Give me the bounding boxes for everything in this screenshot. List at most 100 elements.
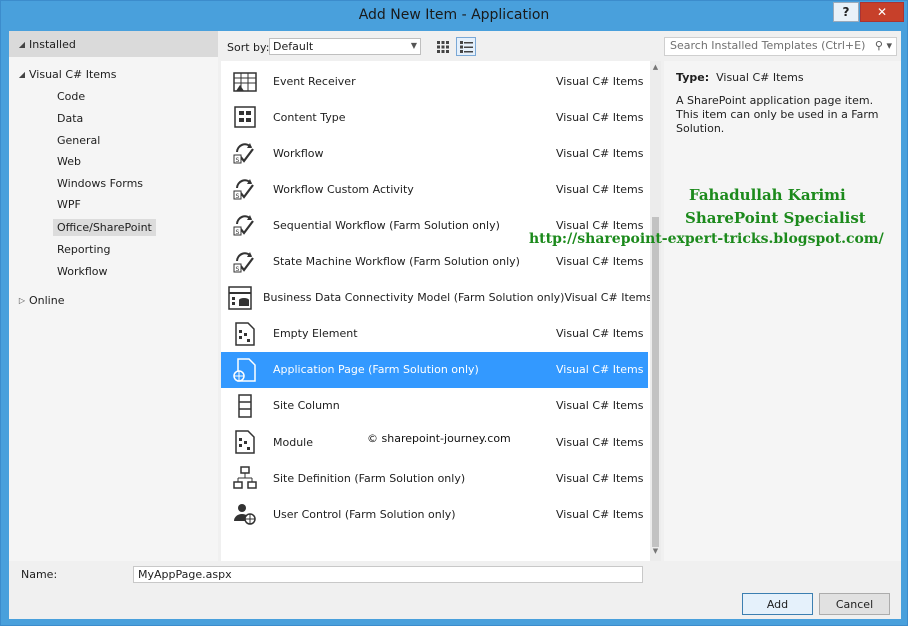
template-item[interactable]: S Workflow Custom Activity Visual C# Items [221, 171, 648, 207]
details-panel: Type: Visual C# Items A SharePoint appli… [664, 61, 901, 561]
sort-toolbar: Sort by: Default ▼ [219, 31, 659, 61]
template-item-name: Sequential Workflow (Farm Solution only) [273, 218, 500, 232]
tree-item-label: Code [57, 89, 86, 103]
sort-label: Sort by: [227, 41, 270, 54]
tree-item-web[interactable]: Web [57, 151, 81, 171]
template-item[interactable]: Business Data Connectivity Model (Farm S… [221, 280, 652, 316]
type-value: Visual C# Items [716, 71, 804, 84]
template-item-category: Visual C# Items [556, 399, 644, 413]
sort-dropdown[interactable]: Default ▼ [269, 38, 421, 55]
search-input[interactable]: Search Installed Templates (Ctrl+E) ⚲ ▾ [664, 37, 897, 56]
template-item-category: Visual C# Items [556, 110, 644, 124]
tree-item-windows-forms[interactable]: Windows Forms [57, 173, 143, 193]
collapsed-triangle-icon: ▷ [18, 295, 26, 305]
event-receiver-icon [227, 66, 263, 96]
template-item[interactable]: Site Definition (Farm Solution only) Visu… [221, 460, 648, 496]
close-button[interactable]: ✕ [860, 2, 904, 22]
sequential-workflow-icon: S [227, 210, 263, 240]
name-label: Name: [21, 568, 58, 581]
template-item-category: Visual C# Items [556, 327, 644, 341]
expanded-triangle-icon: ◢ [18, 39, 26, 49]
state-machine-workflow-icon: S [227, 247, 263, 277]
svg-text:S: S [236, 157, 240, 164]
template-item-category: Visual C# Items [556, 435, 644, 449]
tree-item-label: General [57, 133, 101, 147]
svg-text:S: S [236, 193, 240, 200]
tree-item-workflow[interactable]: Workflow [57, 261, 108, 281]
details-type: Type: Visual C# Items [676, 71, 889, 84]
name-input[interactable]: MyAppPage.aspx [133, 566, 643, 583]
overlay-role: SharePoint Specialist [685, 209, 866, 227]
overlay-url: http://sharepoint-expert-tricks.blogspot… [529, 231, 884, 247]
search-placeholder: Search Installed Templates (Ctrl+E) [670, 39, 866, 52]
workflow-icon: S [227, 138, 263, 168]
tree-item-data[interactable]: Data [57, 108, 83, 128]
template-item[interactable]: Content Type Visual C# Items [221, 99, 648, 135]
tree-item-label: Online [29, 293, 65, 307]
template-item-name: User Control (Farm Solution only) [273, 507, 456, 521]
site-definition-icon [227, 463, 263, 493]
tree-item-online[interactable]: ▷ Online [15, 290, 65, 310]
template-item-category: Visual C# Items [556, 471, 644, 485]
template-item-name: Workflow Custom Activity [273, 182, 414, 196]
template-item-name: Content Type [273, 110, 346, 124]
template-item-name: Workflow [273, 146, 324, 160]
title-bar[interactable]: Add New Item - Application ? ✕ [1, 1, 907, 31]
template-item-category: Visual C# Items [556, 255, 644, 268]
help-button[interactable]: ? [833, 2, 859, 22]
type-label: Type: [676, 71, 710, 84]
scroll-up-arrow-icon[interactable]: ▲ [650, 63, 661, 75]
svg-text:S: S [236, 266, 240, 273]
tree-item-reporting[interactable]: Reporting [57, 239, 110, 259]
add-button[interactable]: Add [742, 593, 813, 615]
tree-item-label: Windows Forms [57, 176, 144, 190]
list-scrollbar[interactable]: ▲ ▼ [650, 61, 661, 561]
sort-value: Default [273, 40, 314, 53]
template-item[interactable]: S Workflow Visual C# Items [221, 135, 648, 171]
dropdown-arrow-icon: ▼ [410, 41, 417, 50]
template-item-name: State Machine Workflow (Farm Solution on… [273, 255, 520, 268]
template-list: Event Receiver Visual C# Items Content Typ… [221, 61, 652, 561]
content-type-icon [227, 102, 263, 132]
template-item[interactable]: Event Receiver Visual C# Items [221, 63, 648, 99]
cancel-button[interactable]: Cancel [819, 593, 890, 615]
template-item-name: Site Definition (Farm Solution only) [273, 471, 466, 485]
template-item[interactable]: User Control (Farm Solution only) Visual … [221, 496, 648, 532]
svg-text:S: S [236, 229, 240, 236]
scrollbar-thumb[interactable] [652, 217, 659, 547]
template-item-name: Application Page (Farm Solution only) [273, 363, 479, 377]
tree-item-label: Web [57, 154, 81, 168]
add-new-item-dialog: Add New Item - Application ? ✕ ◢ Install… [0, 0, 908, 626]
empty-element-icon [227, 319, 263, 349]
small-icons-view-button[interactable] [433, 37, 453, 56]
tree-item-label: Installed [29, 37, 76, 51]
tree-item-office-sharepoint[interactable]: Office/SharePoint [53, 217, 156, 237]
template-item-name: Event Receiver [273, 74, 356, 88]
dialog-title: Add New Item - Application [358, 7, 550, 23]
template-item[interactable]: Application Page (Farm Solution only) Vis… [221, 351, 648, 388]
template-item-category: Visual C# Items [556, 74, 644, 88]
tree-item-label: WPF [57, 197, 81, 211]
tree-item-general[interactable]: General [57, 130, 100, 150]
tree-item-wpf[interactable]: WPF [57, 194, 81, 214]
application-page-icon [227, 355, 263, 385]
overlay-author: Fahadullah Karimi [689, 186, 846, 204]
template-item[interactable]: Site Column Visual C# Items [221, 388, 648, 424]
template-item[interactable]: Empty Element Visual C# Items [221, 316, 648, 352]
watermark-text: © sharepoint-journey.com [367, 432, 511, 445]
tree-item-label: Reporting [57, 242, 111, 256]
template-item-name: Business Data Connectivity Model (Farm S… [263, 291, 565, 305]
tree-item-visual-csharp[interactable]: ◢ Visual C# Items [15, 64, 117, 84]
details-view-button[interactable] [456, 37, 476, 56]
bdc-model-icon [227, 283, 253, 313]
details-description: A SharePoint application page item. This… [676, 94, 879, 135]
template-item[interactable]: S State Machine Workflow (Farm Solution o… [221, 244, 648, 280]
workflow-activity-icon: S [227, 174, 263, 204]
scroll-down-arrow-icon[interactable]: ▼ [650, 547, 661, 559]
template-item-category: Visual C# Items [564, 291, 652, 305]
tree-item-code[interactable]: Code [57, 86, 85, 106]
search-icon[interactable]: ⚲ ▾ [875, 39, 892, 52]
tree-item-label: Workflow [57, 264, 108, 278]
tree-item-installed[interactable]: ◢ Installed [9, 31, 218, 57]
template-item-name: Empty Element [273, 327, 358, 341]
